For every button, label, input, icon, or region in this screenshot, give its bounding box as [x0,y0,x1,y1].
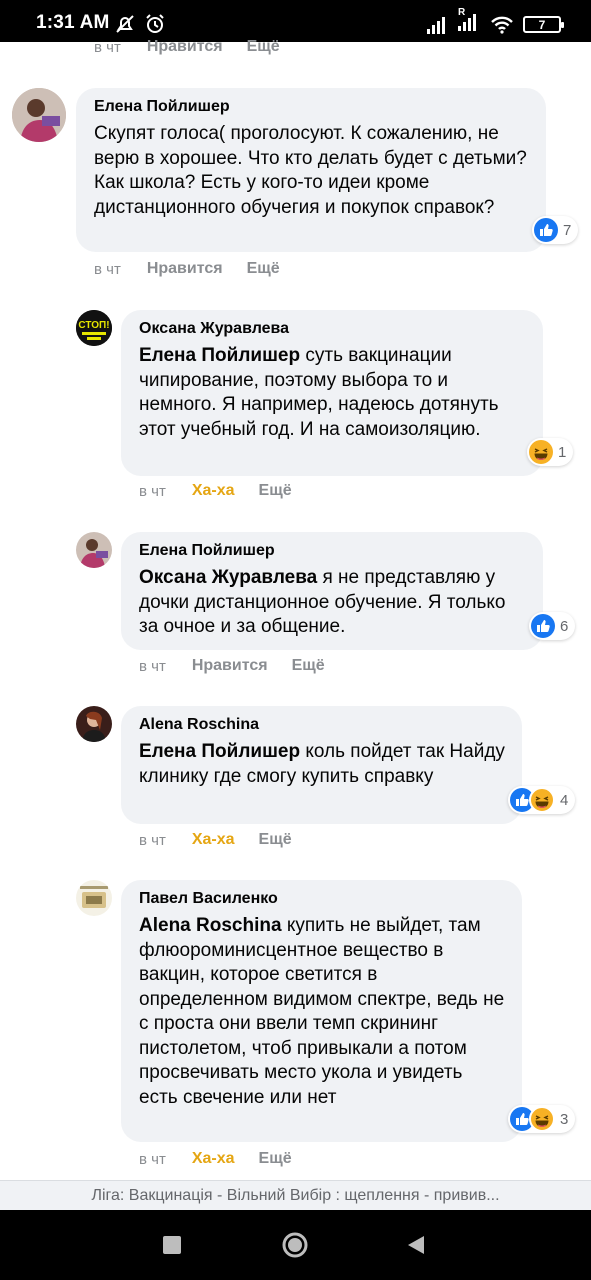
reaction-count: 6 [560,617,569,635]
roaming-label: R [458,7,466,18]
reaction-count: 1 [558,443,567,461]
haha-icon [529,440,553,464]
group-banner-text: Ліга: Вакцинація - Вільний Вибір : щепле… [91,1186,500,1204]
battery-icon: 7 [523,16,564,33]
comment-time[interactable]: в чт [139,483,166,500]
reactions-summary[interactable]: 4 [508,786,576,814]
comment-author[interactable]: Елена Пойлишер [94,98,530,116]
alarm-icon [146,14,164,33]
comment-bubble: Оксана Журавлева Елена Пойлишер суть вак… [121,310,543,476]
navigation-bar [0,1210,591,1280]
comment-actions: в чт Ха-ха Ещё [139,482,292,500]
like-button[interactable]: Нравится [147,260,223,278]
mention-link[interactable]: Оксана Журавлева [139,567,317,588]
more-button[interactable]: Ещё [259,1150,292,1168]
comment-actions: в чт Ха-ха Ещё [139,1150,292,1168]
avatar-stop-logo: СТОП! [76,310,112,346]
comment-text: Скупят голоса( проголосуют. К сожалению,… [94,123,527,218]
comment-author[interactable]: Alena Roschina [139,716,506,734]
comment-author[interactable]: Елена Пойлишер [139,542,527,560]
comment-bubble: Елена Пойлишер Оксана Журавлева я не пре… [121,532,543,650]
more-button[interactable]: Ещё [292,657,325,675]
like-button[interactable]: Нравится [192,657,268,675]
group-banner[interactable]: Ліга: Вакцинація - Вільний Вибір : щепле… [0,1180,591,1210]
avatar-photo [12,88,66,142]
comment-time[interactable]: в чт [94,261,121,278]
avatar-label: СТОП! [78,320,109,331]
more-button[interactable]: Ещё [259,831,292,849]
like-icon [534,218,558,242]
comment-time[interactable]: в чт [139,658,166,675]
reactions-summary[interactable]: 7 [532,216,579,244]
recents-button[interactable] [142,1210,202,1280]
avatar[interactable]: СТОП! [76,310,112,346]
haha-icon [529,1106,555,1132]
comment-actions: в чт Ха-ха Ещё [139,831,292,849]
comment-text: купить не выйдет, там флюороминисцентное… [139,915,505,1108]
avatar[interactable] [76,706,112,742]
haha-button[interactable]: Ха-ха [192,1150,235,1168]
like-button[interactable]: Нравится [147,38,223,56]
reaction-count: 4 [560,791,569,809]
mention-link[interactable]: Alena Roschina [139,915,282,936]
comment-time[interactable]: в чт [139,832,166,849]
haha-button[interactable]: Ха-ха [192,831,235,849]
avatar-photo [76,880,112,916]
comment-author[interactable]: Павел Василенко [139,890,506,908]
mention-link[interactable]: Елена Пойлишер [139,345,300,366]
comment-time[interactable]: в чт [94,39,121,56]
haha-icon [529,787,555,813]
wifi-icon [491,16,513,34]
comment-bubble: Елена Пойлишер Скупят голоса( проголосую… [76,88,546,252]
square-nav-icon [163,1236,181,1254]
battery-level: 7 [538,17,546,32]
signal-icon [427,16,445,34]
haha-button[interactable]: Ха-ха [192,482,235,500]
reactions-summary[interactable]: 1 [527,438,574,466]
avatar-photo [76,706,112,742]
back-triangle-icon [408,1236,424,1254]
status-bar: 1:31 AM R 7 [0,0,591,42]
previous-comment-actions: в чт Нравится Ещё [94,38,280,56]
home-circle-icon [282,1232,308,1258]
avatar[interactable] [76,880,112,916]
like-icon [531,614,555,638]
more-button[interactable]: Ещё [259,482,292,500]
reactions-summary[interactable]: 6 [529,612,576,640]
comment-bubble: Alena Roschina Елена Пойлишер коль пойде… [121,706,522,824]
reaction-count: 7 [563,221,572,239]
status-time: 1:31 AM [36,12,110,33]
home-button[interactable] [265,1210,325,1280]
reactions-summary[interactable]: 3 [508,1105,576,1133]
more-button[interactable]: Ещё [247,260,280,278]
comment-author[interactable]: Оксана Журавлева [139,320,527,338]
more-button[interactable]: Ещё [247,38,280,56]
comment-actions: в чт Нравится Ещё [94,260,280,278]
avatar[interactable] [76,532,112,568]
comment-bubble: Павел Василенко Alena Roschina купить не… [121,880,522,1142]
avatar[interactable] [12,88,66,142]
mention-link[interactable]: Елена Пойлишер [139,741,300,762]
muted-notification-icon [116,15,134,33]
comment-time[interactable]: в чт [139,1151,166,1168]
avatar-photo [76,532,112,568]
reaction-count: 3 [560,1110,569,1128]
comment-actions: в чт Нравится Ещё [139,657,325,675]
back-button[interactable] [386,1210,446,1280]
